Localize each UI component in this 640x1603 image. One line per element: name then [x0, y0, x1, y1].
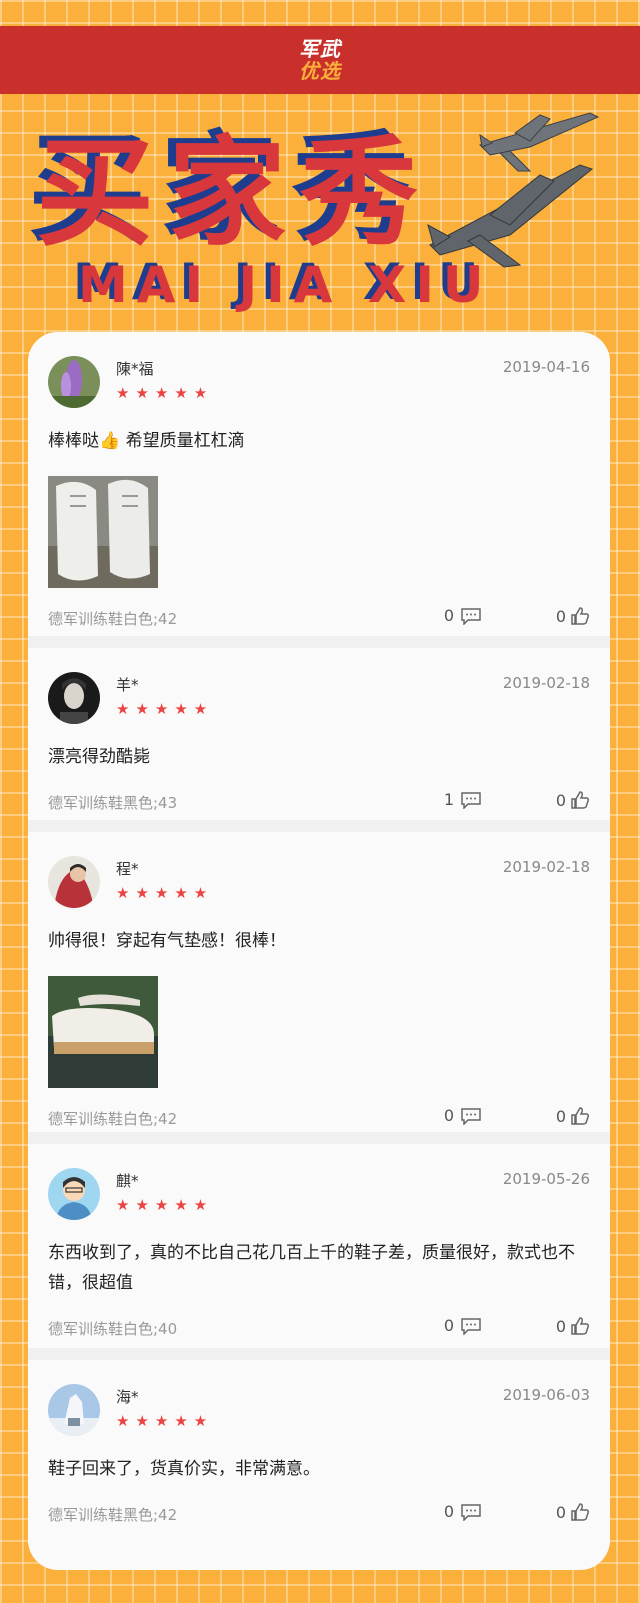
comment-button[interactable]: 0 [444, 1502, 482, 1521]
review-photo[interactable] [48, 476, 158, 588]
comment-button[interactable]: 0 [444, 1106, 482, 1125]
username: 陳*福 [116, 360, 154, 378]
like-count: 0 [555, 1106, 566, 1126]
thumbs-up-icon [571, 1107, 590, 1125]
star-rating: ★★★★★ [116, 384, 214, 402]
hero-title: 买家秀 [36, 124, 433, 262]
star-rating: ★★★★★ [116, 884, 214, 902]
comment-count: 1 [443, 790, 454, 809]
product-spec: 德军训练鞋黑色;42 [48, 1506, 178, 1524]
comment-count: 0 [443, 606, 454, 625]
brand-logo-line1: 军武 [299, 37, 341, 61]
thumbs-up-icon [571, 1503, 590, 1521]
thumbs-up-icon [571, 607, 590, 625]
username: 海* [116, 1388, 139, 1406]
review-item: 海* ★★★★★ 2019-06-03 鞋子回来了，货真价实，非常满意。 德军训… [28, 1360, 610, 1546]
username: 程* [116, 860, 139, 878]
star-rating: ★★★★★ [116, 1412, 214, 1430]
review-date: 2019-02-18 [502, 674, 590, 692]
like-count: 0 [555, 790, 566, 810]
comment-count: 0 [443, 1106, 454, 1125]
comment-button[interactable]: 0 [444, 606, 482, 625]
review-item: 麒* ★★★★★ 2019-05-26 东西收到了，真的不比自己花几百上千的鞋子… [28, 1144, 610, 1360]
review-photo[interactable] [48, 976, 158, 1088]
review-date: 2019-02-18 [502, 858, 590, 876]
star-rating: ★★★★★ [116, 700, 214, 718]
comment-icon [461, 607, 481, 625]
comment-icon [461, 1317, 481, 1335]
user-avatar[interactable] [48, 356, 100, 408]
username: 羊* [116, 676, 139, 694]
user-avatar[interactable] [48, 1384, 100, 1436]
comment-icon [461, 791, 481, 809]
like-button[interactable]: 0 [556, 1106, 590, 1126]
review-date: 2019-04-16 [502, 358, 590, 376]
review-text: 鞋子回来了，货真价实，非常满意。 [48, 1459, 320, 1479]
review-text: 漂亮得劲酷毙 [48, 747, 150, 767]
like-count: 0 [555, 606, 566, 626]
user-avatar[interactable] [48, 856, 100, 908]
review-item: 羊* ★★★★★ 2019-02-18 漂亮得劲酷毙 德军训练鞋黑色;43 1 … [28, 648, 610, 832]
comment-icon [461, 1503, 481, 1521]
product-spec: 德军训练鞋白色;40 [48, 1320, 178, 1338]
thumbs-up-icon [571, 1317, 590, 1335]
comment-button[interactable]: 1 [444, 790, 482, 809]
product-spec: 德军训练鞋黑色;43 [48, 794, 178, 812]
review-date: 2019-05-26 [502, 1170, 590, 1188]
review-text: 东西收到了，真的不比自己花几百上千的鞋子差，质量很好，款式也不错，很超值 [48, 1243, 575, 1293]
like-count: 0 [555, 1502, 566, 1522]
fighter-jets-image [427, 112, 600, 268]
review-text: 帅得很！穿起有气垫感！很棒！ [48, 931, 286, 951]
star-rating: ★★★★★ [116, 1196, 214, 1214]
like-button[interactable]: 0 [556, 606, 590, 626]
user-avatar[interactable] [48, 672, 100, 724]
review-item: 程* ★★★★★ 2019-02-18 帅得很！穿起有气垫感！很棒！ 德军训练鞋… [28, 832, 610, 1144]
product-spec: 德军训练鞋白色;42 [48, 610, 178, 628]
brand-logo-line2: 优选 [299, 59, 341, 83]
review-item: 陳*福 ★★★★★ 2019-04-16 棒棒哒👍 希望质量杠杠滴 德军训练鞋白… [28, 332, 610, 648]
like-button[interactable]: 0 [556, 1316, 590, 1336]
username: 麒* [116, 1172, 139, 1190]
review-date: 2019-06-03 [502, 1386, 590, 1404]
like-count: 0 [555, 1316, 566, 1336]
thumbs-up-icon [571, 791, 590, 809]
comment-count: 0 [443, 1316, 454, 1335]
like-button[interactable]: 0 [556, 790, 590, 810]
review-text: 棒棒哒👍 希望质量杠杠滴 [48, 431, 245, 451]
brand-banner: 军武 优选 [0, 26, 640, 94]
reviews-card: 陳*福 ★★★★★ 2019-04-16 棒棒哒👍 希望质量杠杠滴 德军训练鞋白… [28, 332, 610, 1570]
comment-button[interactable]: 0 [444, 1316, 482, 1335]
user-avatar[interactable] [48, 1168, 100, 1220]
comment-count: 0 [443, 1502, 454, 1521]
comment-icon [461, 1107, 481, 1125]
like-button[interactable]: 0 [556, 1502, 590, 1522]
product-spec: 德军训练鞋白色;42 [48, 1110, 178, 1128]
